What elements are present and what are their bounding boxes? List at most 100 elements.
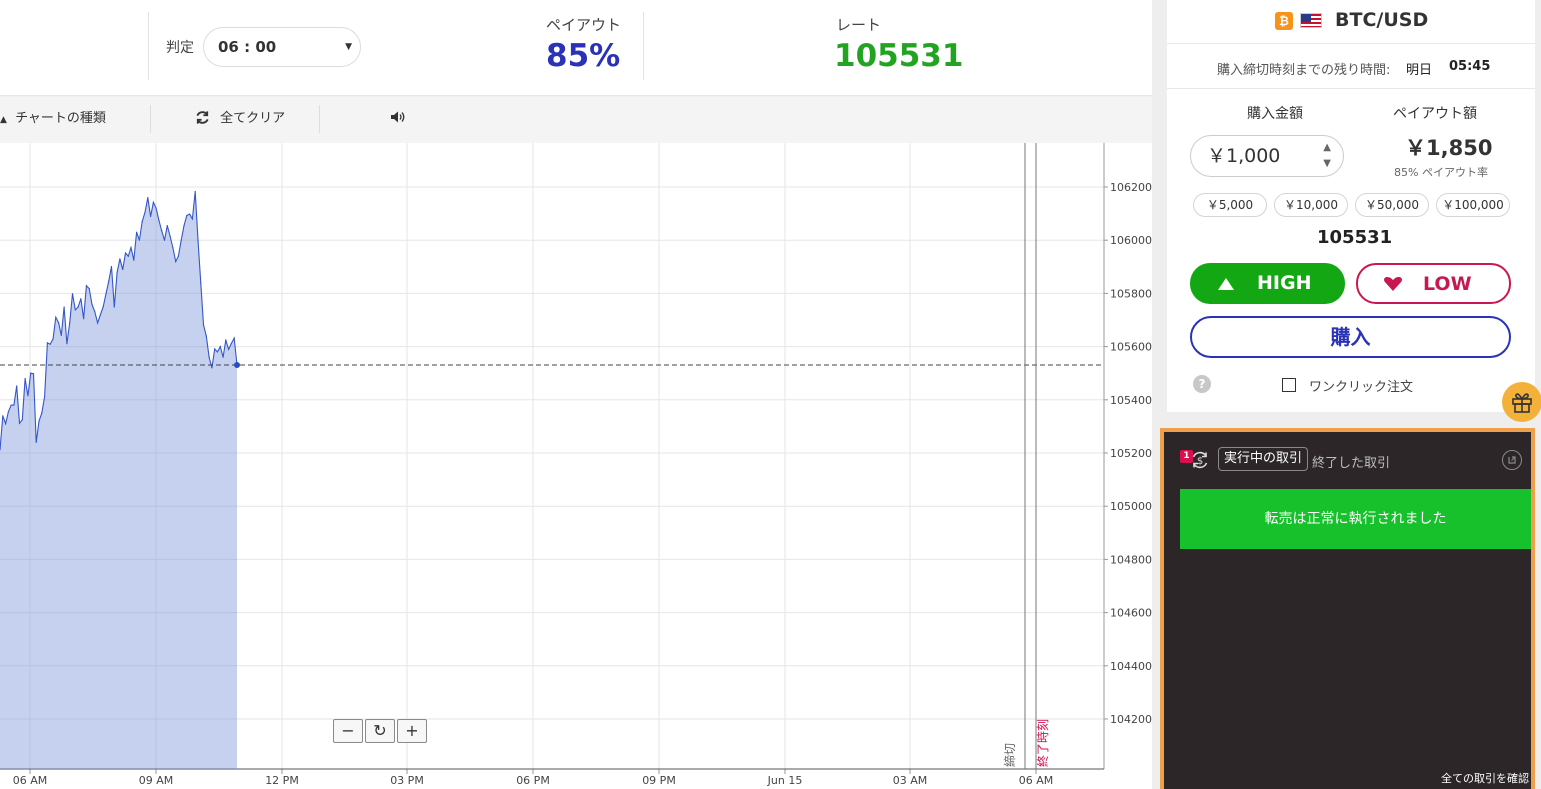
current-rate-marker — [234, 361, 240, 368]
price-point — [177, 255, 179, 257]
high-button[interactable]: HIGH — [1190, 263, 1345, 304]
price-point — [32, 373, 35, 375]
expiry-select[interactable]: 06 : 00 ▼ — [203, 27, 361, 67]
price-point — [161, 230, 163, 232]
deadline-label: 購入締切時刻までの残り時間: — [1217, 63, 1391, 78]
up-triangle-icon — [1218, 278, 1234, 290]
zoom-out-button[interactable]: − — [333, 719, 363, 743]
buy-button[interactable]: 購入 — [1190, 316, 1511, 358]
reset-zoom-button[interactable]: ↻ — [365, 719, 395, 743]
gift-button[interactable] — [1502, 382, 1541, 422]
price-point — [83, 318, 85, 320]
price-point — [186, 214, 188, 217]
view-all-trades-link[interactable]: 全ての取引を確認 — [1441, 770, 1529, 786]
one-click-label: ワンクリック注文 — [1309, 380, 1414, 395]
preset-10000-button[interactable]: ￥10,000 — [1274, 193, 1348, 217]
chart-toolbar: ▲ チャートの種類 全てクリア — [0, 97, 1152, 143]
price-point — [124, 252, 127, 254]
price-point — [216, 351, 219, 353]
price-point — [211, 367, 213, 369]
price-point — [69, 322, 71, 324]
price-point — [183, 225, 185, 227]
x-tick-label: 06 AM — [1019, 774, 1054, 787]
price-point — [191, 218, 193, 220]
x-tick-label: 06 PM — [516, 774, 550, 787]
amount-label: 購入金額 — [1247, 106, 1303, 122]
tab-active-trades[interactable]: 実行中の取引 — [1218, 447, 1309, 471]
closing-marker-label: 締切 — [1002, 743, 1017, 767]
price-point — [97, 322, 99, 324]
one-click-checkbox[interactable] — [1282, 378, 1296, 392]
divider — [150, 105, 151, 133]
price-point — [230, 342, 232, 344]
price-point — [77, 306, 79, 308]
low-button[interactable]: LOW — [1356, 263, 1511, 304]
expiry-value: 06 : 00 — [218, 38, 277, 56]
clear-all-label: 全てクリア — [220, 111, 286, 126]
preset-5000-button[interactable]: ￥5,000 — [1193, 193, 1267, 217]
price-point — [108, 280, 110, 282]
price-chart[interactable]: 106200. 106000. 105800. 105600. 105400. 10520… — [0, 143, 1152, 789]
price-point — [189, 213, 191, 215]
trades-panel: $ 1 実行中の取引 終了した取引 転売は正常に執行されました 全ての取引を確認 — [1160, 428, 1535, 789]
price-point — [172, 247, 174, 249]
price-point — [122, 268, 124, 271]
decrease-icon[interactable]: ▼ — [1323, 156, 1331, 172]
price-point — [91, 303, 93, 305]
price-point — [38, 420, 40, 422]
price-point — [30, 372, 32, 374]
payout-amount: ￥1,850 — [1405, 136, 1493, 160]
chart-type-button[interactable]: ▲ チャートの種類 — [0, 97, 106, 143]
refresh-icon — [196, 111, 209, 124]
x-tick-label: 03 PM — [390, 774, 424, 787]
deadline-row: 購入締切時刻までの残り時間: 明日 05:45 — [1167, 45, 1535, 89]
deadline-time: 05:45 — [1449, 59, 1491, 74]
help-icon[interactable]: ? — [1193, 375, 1211, 393]
asset-header[interactable]: ₿ BTC/USD — [1167, 0, 1535, 44]
price-point — [94, 311, 96, 313]
increase-icon[interactable]: ▲ — [1323, 140, 1331, 156]
price-point — [225, 339, 227, 341]
x-tick-label: 09 AM — [139, 774, 174, 787]
high-label: HIGH — [1257, 272, 1312, 294]
clear-all-button[interactable]: 全てクリア — [195, 97, 285, 143]
payout-label: ペイアウト — [546, 16, 622, 34]
preset-100000-button[interactable]: ￥100,000 — [1436, 193, 1510, 217]
rate-value: 105531 — [834, 38, 964, 74]
popout-icon[interactable] — [1502, 450, 1522, 470]
x-tick-label: 12 PM — [265, 774, 299, 787]
price-point — [133, 259, 135, 261]
expiry-label: 判定 — [166, 40, 194, 56]
price-point — [158, 219, 160, 221]
price-point — [46, 342, 49, 344]
price-point — [74, 309, 76, 311]
price-point — [102, 306, 104, 308]
preset-50000-button[interactable]: ￥50,000 — [1355, 193, 1429, 217]
price-point — [127, 255, 129, 257]
price-point — [105, 293, 107, 295]
price-point — [205, 335, 207, 337]
sound-button[interactable] — [390, 97, 406, 143]
amount-input[interactable]: ￥1,000 ▲ ▼ — [1190, 135, 1344, 177]
rate-label: レート — [836, 16, 882, 34]
deadline-day: 明日 — [1406, 63, 1433, 78]
amount-value: ￥1,000 — [1207, 145, 1281, 167]
bitcoin-icon: ₿ — [1275, 12, 1293, 30]
x-tick-label: 09 PM — [642, 774, 676, 787]
price-point — [41, 412, 43, 414]
zoom-in-button[interactable]: + — [397, 719, 427, 743]
price-point — [18, 422, 21, 424]
divider — [643, 12, 644, 80]
trading-screen: 判定 06 : 00 ▼ ペイアウト 85% レート 105531 ▲ チャート… — [0, 0, 1541, 789]
tab-closed-trades[interactable]: 終了した取引 — [1312, 452, 1390, 471]
amount-stepper[interactable]: ▲ ▼ — [1323, 140, 1331, 172]
price-point — [202, 324, 205, 326]
low-label: LOW — [1423, 273, 1472, 295]
price-point — [60, 334, 62, 336]
payout-rate: 85% ペイアウト率 — [1394, 166, 1488, 179]
y-tick-label: 106000. — [1110, 234, 1152, 247]
divider — [148, 12, 149, 80]
price-point — [214, 348, 216, 350]
price-point — [175, 260, 177, 263]
top-info-bar: 判定 06 : 00 ▼ ペイアウト 85% レート 105531 — [0, 0, 1152, 96]
